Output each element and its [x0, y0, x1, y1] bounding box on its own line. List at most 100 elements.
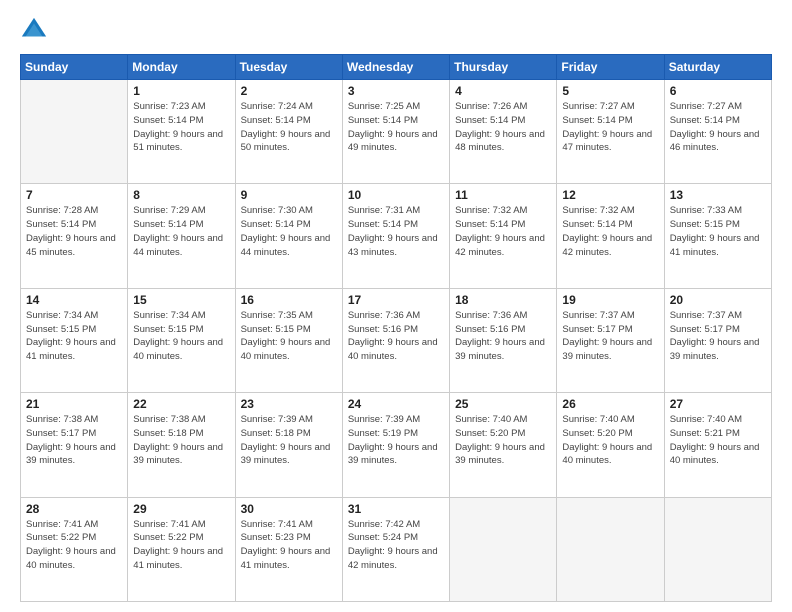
- header: [20, 16, 772, 44]
- calendar-cell: 19Sunrise: 7:37 AM Sunset: 5:17 PM Dayli…: [557, 288, 664, 392]
- day-info: Sunrise: 7:39 AM Sunset: 5:19 PM Dayligh…: [348, 413, 444, 468]
- calendar-cell: 18 Sunrise: 7:36 AM Sunset: 5:16 PM Dayli…: [450, 288, 557, 392]
- calendar-cell: 31Sunrise: 7:42 AM Sunset: 5:24 PM Dayli…: [342, 497, 449, 601]
- calendar-table: SundayMondayTuesdayWednesdayThursdayFrid…: [20, 54, 772, 602]
- calendar-cell: 27 Sunrise: 7:40 AM Sunset: 5:21 PM Dayli…: [664, 393, 771, 497]
- day-info: Sunrise: 7:25 AM Sunset: 5:14 PM Dayligh…: [348, 100, 444, 155]
- day-info: Sunrise: 7:36 AM Sunset: 5:16 PM Dayligh…: [348, 309, 444, 364]
- day-number: 17: [348, 293, 444, 307]
- calendar-cell: 8Sunrise: 7:29 AM Sunset: 5:14 PM Daylig…: [128, 184, 235, 288]
- day-info: Sunrise: 7:40 AM Sunset: 5:21 PM Dayligh…: [670, 413, 766, 468]
- logo: [20, 16, 52, 44]
- weekday-header-tuesday: Tuesday: [235, 55, 342, 80]
- calendar-cell: 4Sunrise: 7:26 AM Sunset: 5:14 PM Daylig…: [450, 80, 557, 184]
- day-info: Sunrise: 7:40 AM Sunset: 5:20 PM Dayligh…: [455, 413, 551, 468]
- weekday-header-wednesday: Wednesday: [342, 55, 449, 80]
- day-number: 5: [562, 84, 658, 98]
- day-info: Sunrise: 7:33 AM Sunset: 5:15 PM Dayligh…: [670, 204, 766, 259]
- day-number: 2: [241, 84, 337, 98]
- day-info: Sunrise: 7:38 AM Sunset: 5:17 PM Dayligh…: [26, 413, 122, 468]
- day-info: Sunrise: 7:27 AM Sunset: 5:14 PM Dayligh…: [562, 100, 658, 155]
- calendar-cell: 11Sunrise: 7:32 AM Sunset: 5:14 PM Dayli…: [450, 184, 557, 288]
- day-number: 25: [455, 397, 551, 411]
- calendar-cell: [450, 497, 557, 601]
- calendar-cell: 2 Sunrise: 7:24 AM Sunset: 5:14 PM Daylig…: [235, 80, 342, 184]
- day-number: 6: [670, 84, 766, 98]
- day-number: 31: [348, 502, 444, 516]
- day-number: 12: [562, 188, 658, 202]
- day-number: 7: [26, 188, 122, 202]
- day-info: Sunrise: 7:28 AM Sunset: 5:14 PM Dayligh…: [26, 204, 122, 259]
- day-number: 9: [241, 188, 337, 202]
- day-info: Sunrise: 7:41 AM Sunset: 5:22 PM Dayligh…: [133, 518, 229, 573]
- weekday-header-friday: Friday: [557, 55, 664, 80]
- day-info: Sunrise: 7:29 AM Sunset: 5:14 PM Dayligh…: [133, 204, 229, 259]
- day-number: 19: [562, 293, 658, 307]
- day-info: Sunrise: 7:40 AM Sunset: 5:20 PM Dayligh…: [562, 413, 658, 468]
- page: SundayMondayTuesdayWednesdayThursdayFrid…: [0, 0, 792, 612]
- calendar-cell: 13 Sunrise: 7:33 AM Sunset: 5:15 PM Dayli…: [664, 184, 771, 288]
- weekday-header-sunday: Sunday: [21, 55, 128, 80]
- calendar-cell: 25 Sunrise: 7:40 AM Sunset: 5:20 PM Dayli…: [450, 393, 557, 497]
- week-row-0: 1 Sunrise: 7:23 AM Sunset: 5:14 PM Daylig…: [21, 80, 772, 184]
- day-number: 3: [348, 84, 444, 98]
- day-number: 18: [455, 293, 551, 307]
- weekday-header-thursday: Thursday: [450, 55, 557, 80]
- day-info: Sunrise: 7:35 AM Sunset: 5:15 PM Dayligh…: [241, 309, 337, 364]
- calendar-cell: 3 Sunrise: 7:25 AM Sunset: 5:14 PM Daylig…: [342, 80, 449, 184]
- day-info: Sunrise: 7:41 AM Sunset: 5:22 PM Dayligh…: [26, 518, 122, 573]
- day-info: Sunrise: 7:32 AM Sunset: 5:14 PM Dayligh…: [562, 204, 658, 259]
- day-number: 28: [26, 502, 122, 516]
- day-number: 4: [455, 84, 551, 98]
- weekday-header-row: SundayMondayTuesdayWednesdayThursdayFrid…: [21, 55, 772, 80]
- day-number: 13: [670, 188, 766, 202]
- day-info: Sunrise: 7:27 AM Sunset: 5:14 PM Dayligh…: [670, 100, 766, 155]
- day-info: Sunrise: 7:39 AM Sunset: 5:18 PM Dayligh…: [241, 413, 337, 468]
- calendar-cell: 16 Sunrise: 7:35 AM Sunset: 5:15 PM Dayli…: [235, 288, 342, 392]
- day-number: 1: [133, 84, 229, 98]
- week-row-3: 21 Sunrise: 7:38 AM Sunset: 5:17 PM Dayli…: [21, 393, 772, 497]
- calendar-cell: 14 Sunrise: 7:34 AM Sunset: 5:15 PM Dayli…: [21, 288, 128, 392]
- calendar-cell: 28 Sunrise: 7:41 AM Sunset: 5:22 PM Dayli…: [21, 497, 128, 601]
- calendar-cell: [664, 497, 771, 601]
- day-number: 29: [133, 502, 229, 516]
- calendar-cell: 30 Sunrise: 7:41 AM Sunset: 5:23 PM Dayli…: [235, 497, 342, 601]
- day-info: Sunrise: 7:36 AM Sunset: 5:16 PM Dayligh…: [455, 309, 551, 364]
- day-info: Sunrise: 7:34 AM Sunset: 5:15 PM Dayligh…: [133, 309, 229, 364]
- week-row-4: 28 Sunrise: 7:41 AM Sunset: 5:22 PM Dayli…: [21, 497, 772, 601]
- calendar-cell: 9 Sunrise: 7:30 AM Sunset: 5:14 PM Daylig…: [235, 184, 342, 288]
- day-info: Sunrise: 7:34 AM Sunset: 5:15 PM Dayligh…: [26, 309, 122, 364]
- day-info: Sunrise: 7:24 AM Sunset: 5:14 PM Dayligh…: [241, 100, 337, 155]
- calendar-cell: 1 Sunrise: 7:23 AM Sunset: 5:14 PM Daylig…: [128, 80, 235, 184]
- calendar-cell: 26 Sunrise: 7:40 AM Sunset: 5:20 PM Dayli…: [557, 393, 664, 497]
- day-number: 23: [241, 397, 337, 411]
- calendar-cell: 6 Sunrise: 7:27 AM Sunset: 5:14 PM Daylig…: [664, 80, 771, 184]
- calendar-cell: 15Sunrise: 7:34 AM Sunset: 5:15 PM Dayli…: [128, 288, 235, 392]
- day-number: 27: [670, 397, 766, 411]
- day-number: 14: [26, 293, 122, 307]
- week-row-1: 7 Sunrise: 7:28 AM Sunset: 5:14 PM Daylig…: [21, 184, 772, 288]
- day-number: 30: [241, 502, 337, 516]
- week-row-2: 14 Sunrise: 7:34 AM Sunset: 5:15 PM Dayli…: [21, 288, 772, 392]
- calendar-cell: 24 Sunrise: 7:39 AM Sunset: 5:19 PM Dayli…: [342, 393, 449, 497]
- day-info: Sunrise: 7:32 AM Sunset: 5:14 PM Dayligh…: [455, 204, 551, 259]
- day-number: 26: [562, 397, 658, 411]
- day-number: 20: [670, 293, 766, 307]
- day-info: Sunrise: 7:41 AM Sunset: 5:23 PM Dayligh…: [241, 518, 337, 573]
- day-info: Sunrise: 7:30 AM Sunset: 5:14 PM Dayligh…: [241, 204, 337, 259]
- calendar-cell: 5 Sunrise: 7:27 AM Sunset: 5:14 PM Daylig…: [557, 80, 664, 184]
- weekday-header-saturday: Saturday: [664, 55, 771, 80]
- day-number: 21: [26, 397, 122, 411]
- day-info: Sunrise: 7:37 AM Sunset: 5:17 PM Dayligh…: [670, 309, 766, 364]
- day-info: Sunrise: 7:23 AM Sunset: 5:14 PM Dayligh…: [133, 100, 229, 155]
- day-number: 24: [348, 397, 444, 411]
- day-number: 16: [241, 293, 337, 307]
- calendar-cell: 23 Sunrise: 7:39 AM Sunset: 5:18 PM Dayli…: [235, 393, 342, 497]
- calendar-cell: 7 Sunrise: 7:28 AM Sunset: 5:14 PM Daylig…: [21, 184, 128, 288]
- calendar-cell: 12 Sunrise: 7:32 AM Sunset: 5:14 PM Dayli…: [557, 184, 664, 288]
- calendar-cell: 22Sunrise: 7:38 AM Sunset: 5:18 PM Dayli…: [128, 393, 235, 497]
- logo-icon: [20, 16, 48, 44]
- day-number: 22: [133, 397, 229, 411]
- calendar-cell: 10Sunrise: 7:31 AM Sunset: 5:14 PM Dayli…: [342, 184, 449, 288]
- day-info: Sunrise: 7:31 AM Sunset: 5:14 PM Dayligh…: [348, 204, 444, 259]
